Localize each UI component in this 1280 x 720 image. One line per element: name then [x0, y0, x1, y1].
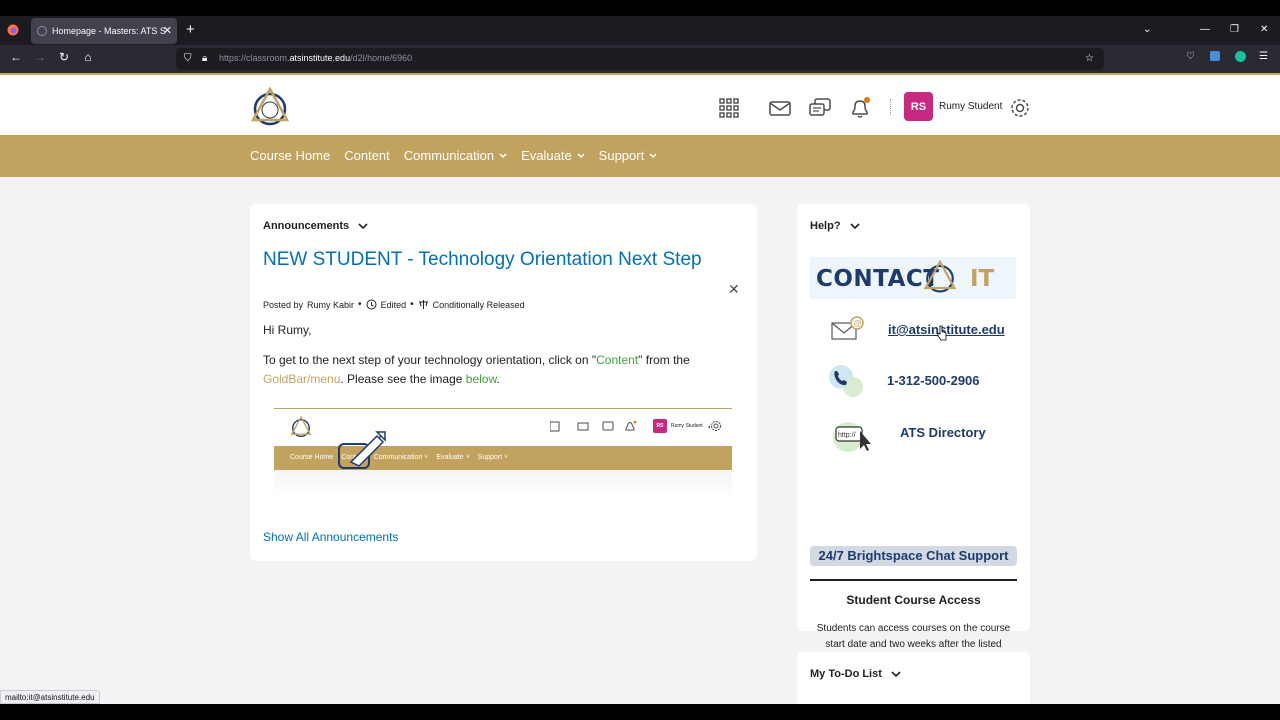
reload-icon[interactable]: ↻	[55, 50, 73, 64]
goldbar-word: GoldBar/menu	[263, 372, 341, 386]
user-avatar[interactable]: RS	[904, 92, 933, 121]
svg-text:http://: http://	[838, 432, 856, 439]
web-directory-icon: http://	[833, 422, 871, 452]
tab-title: Homepage - Masters: ATS Studi	[52, 26, 166, 36]
it-phone-number[interactable]: 1-312-500-2906	[887, 373, 980, 388]
contact-it-banner: CONTACT IT	[810, 257, 1016, 299]
screen-bottom-border	[0, 704, 1280, 720]
chevron-down-icon	[577, 152, 585, 158]
page-content: RS Rumy Student Course Home Content Comm…	[0, 73, 1280, 704]
forward-arrow-icon[interactable]: →	[31, 50, 49, 64]
new-tab-icon[interactable]: +	[186, 22, 195, 38]
bookmark-star-icon[interactable]: ☆	[1085, 53, 1094, 64]
tab-favicon-icon	[37, 26, 47, 36]
brightspace-chat-support-button[interactable]: 24/7 Brightspace Chat Support	[810, 546, 1017, 566]
browser-navbar: ← → ↻ ⌂ ⛉ 🔒︎ https://classroom.atsinstit…	[0, 45, 1280, 73]
ats-directory-link[interactable]: ATS Directory	[900, 425, 986, 440]
status-bar-link-preview: mailto:it@atsinstitute.edu	[0, 690, 100, 704]
announcements-widget: Announcements NEW STUDENT - Technology O…	[250, 204, 757, 561]
extension-icon[interactable]	[1210, 51, 1220, 61]
todo-widget-title: My To-Do List	[810, 668, 882, 680]
browser-tab-active[interactable]: Homepage - Masters: ATS Studi ✕	[31, 18, 177, 44]
nav-content[interactable]: Content	[344, 148, 390, 163]
chevron-down-icon[interactable]	[849, 221, 860, 231]
edited-history-icon	[366, 299, 377, 310]
announcements-widget-header[interactable]: Announcements	[263, 220, 368, 232]
notification-bell-icon[interactable]	[849, 97, 871, 119]
restore-icon[interactable]: ❐	[1230, 24, 1239, 35]
tab-list-chevron-icon[interactable]: ⌄	[1143, 24, 1151, 35]
chevron-down-icon[interactable]	[891, 669, 901, 679]
hamburger-menu-icon[interactable]: ☰	[1259, 51, 1268, 62]
lock-icon[interactable]: 🔒︎	[202, 53, 207, 64]
chevron-down-icon	[499, 152, 507, 158]
navbar-screenshot-image: RS Rumy Student Course Home Content Comm…	[274, 408, 732, 498]
dismiss-close-icon[interactable]: ✕	[728, 281, 740, 298]
preview-avatar: RS	[653, 419, 667, 433]
chat-bubbles-icon[interactable]	[809, 97, 831, 119]
waffle-grid-icon[interactable]	[718, 97, 740, 119]
tracking-shield-icon[interactable]: ⛉	[184, 53, 192, 64]
help-widget: Help? CONTACT IT @ it@atsinstitute.edu 1…	[797, 204, 1030, 666]
ats-logo[interactable]	[250, 87, 290, 127]
below-word: below	[465, 372, 497, 386]
site-header: RS Rumy Student	[0, 73, 1280, 135]
posted-by-label: Posted by	[263, 299, 304, 310]
nav-course-home[interactable]: Course Home	[250, 148, 330, 163]
firefox-icon	[7, 24, 19, 36]
release-conditions-icon	[418, 300, 428, 309]
preview-ats-logo	[290, 416, 312, 438]
announcement-headline[interactable]: NEW STUDENT - Technology Orientation Nex…	[263, 249, 702, 271]
it-banner-text: IT	[970, 266, 995, 292]
student-course-access-title: Student Course Access	[846, 593, 981, 607]
settings-gear-icon[interactable]	[1009, 97, 1031, 119]
preview-menu: Course Home Content Communication ˅ Eval…	[290, 454, 509, 461]
gold-navbar: Course Home Content Communication Evalua…	[0, 135, 1280, 177]
help-widget-header[interactable]: Help?	[810, 220, 860, 232]
nav-communication[interactable]: Communication	[404, 148, 507, 163]
user-name[interactable]: Rumy Student	[939, 101, 1002, 112]
close-window-icon[interactable]: ✕	[1260, 24, 1268, 35]
header-divider	[890, 99, 891, 115]
tab-close-icon[interactable]: ✕	[163, 24, 172, 37]
edited-label: Edited	[380, 299, 407, 310]
show-all-announcements-link[interactable]: Show All Announcements	[263, 530, 398, 544]
preview-gear-icon	[711, 421, 721, 431]
back-arrow-icon[interactable]: ←	[7, 50, 25, 64]
preview-pointer-arrow-icon	[338, 431, 386, 469]
pocket-icon[interactable]: ♡	[1186, 51, 1195, 62]
preview-user-name: Rumy Student	[671, 423, 703, 429]
chevron-down-icon[interactable]	[358, 221, 368, 231]
url-bar[interactable]: ⛉ 🔒︎ https://classroom.atsinstitute.edu/…	[176, 48, 1104, 70]
nav-evaluate[interactable]: Evaluate	[521, 148, 585, 163]
ats-banner-logo	[923, 260, 957, 293]
envelope-icon: @	[831, 316, 864, 340]
contact-banner-text: CONTACT	[816, 266, 940, 292]
todo-widget: My To-Do List	[797, 652, 1030, 704]
announcement-author: Rumy Kabir	[307, 299, 355, 310]
announcement-body: To get to the next step of your technolo…	[263, 353, 690, 386]
home-icon[interactable]: ⌂	[79, 50, 97, 64]
screen-top-border	[0, 0, 1280, 16]
help-widget-title: Help?	[810, 220, 841, 232]
content-word-link: Content	[596, 353, 639, 367]
minimize-icon[interactable]: —	[1200, 24, 1210, 35]
browser-tabstrip: Homepage - Masters: ATS Studi ✕ + ⌄ — ❐ …	[0, 16, 1280, 45]
help-divider	[810, 579, 1017, 581]
email-icon[interactable]	[769, 97, 791, 119]
todo-widget-header[interactable]: My To-Do List	[810, 668, 901, 680]
announcements-widget-title: Announcements	[263, 220, 350, 232]
meta-separator: •	[410, 299, 414, 310]
mouse-hand-cursor-icon	[937, 325, 947, 341]
chevron-down-icon	[649, 152, 657, 158]
nav-support[interactable]: Support	[599, 148, 658, 163]
release-label: Conditionally Released	[432, 299, 525, 310]
phone-icon	[829, 365, 863, 397]
grammarly-icon[interactable]	[1235, 51, 1246, 62]
announcement-greeting: Hi Rumy,	[263, 323, 312, 337]
url-text[interactable]: https://classroom.atsinstitute.edu/d2l/h…	[219, 53, 412, 63]
svg-text:@: @	[854, 319, 862, 328]
announcement-meta: Posted by Rumy Kabir • Edited • Conditio…	[263, 299, 525, 310]
meta-separator: •	[358, 299, 362, 310]
